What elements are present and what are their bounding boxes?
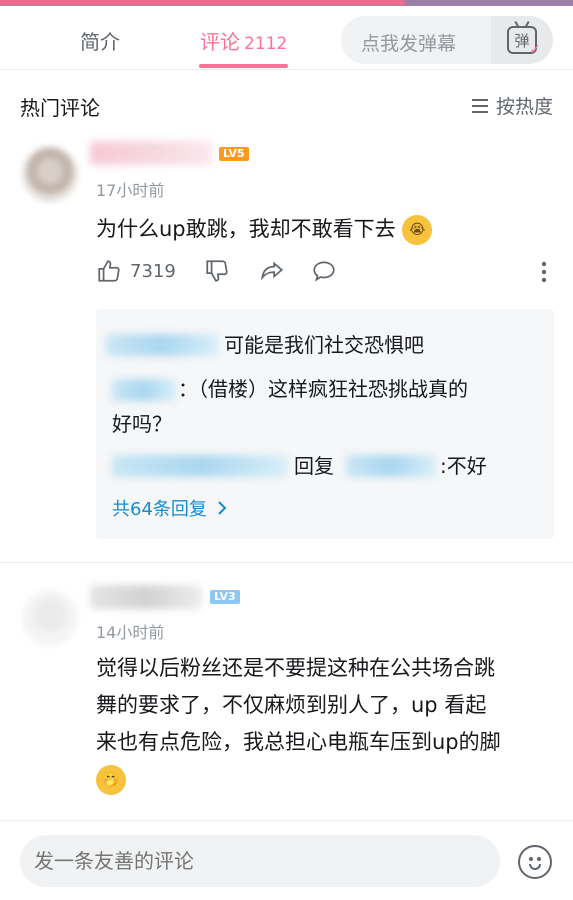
reply-text: 可能是我们社交恐惧吧 — [224, 333, 424, 357]
reply-username-blurred[interactable] — [112, 379, 176, 401]
comment-actions: 7319 — [96, 258, 548, 290]
share-icon — [260, 261, 284, 281]
avatar[interactable] — [22, 590, 78, 646]
comment-time: 14小时前 — [96, 623, 165, 642]
thumbs-down-icon — [206, 260, 228, 282]
tab-intro[interactable]: 简介 — [80, 26, 120, 55]
username-blurred[interactable] — [90, 585, 202, 609]
hot-comments-header: 热门评论 按热度 — [20, 92, 553, 122]
username-blurred[interactable] — [90, 141, 212, 165]
danmaku-toggle-button[interactable]: 弹 ✓ — [491, 16, 553, 64]
section-title: 热门评论 — [20, 96, 100, 120]
comment-input[interactable] — [20, 835, 500, 887]
more-options-button[interactable] — [540, 260, 548, 284]
sort-button[interactable]: 按热度 — [471, 92, 553, 119]
view-all-replies-link[interactable]: 共64条回复 — [112, 495, 227, 521]
like-button[interactable]: 7319 — [96, 258, 176, 284]
smirk-emoji-icon: 🤭 — [96, 765, 126, 795]
danmaku-icon-glyph: 弹 — [514, 31, 530, 50]
reply-button[interactable] — [310, 258, 338, 284]
like-count: 7319 — [130, 260, 176, 282]
thumbs-up-icon — [98, 260, 120, 282]
level-badge: LV3 — [210, 590, 240, 604]
comment-text-line: 觉得以后粉丝还是不要提这种在公共场合跳 — [96, 656, 495, 680]
reply-username-blurred[interactable] — [346, 455, 436, 477]
comment-text-line: 舞的要求了，不仅麻烦到别人了，up 看起 — [96, 693, 487, 717]
reply-username-blurred[interactable] — [112, 455, 288, 477]
comment-divider — [0, 562, 573, 563]
comment-icon — [313, 261, 335, 282]
comment-text: 为什么up敢跳，我却不敢看下去 — [96, 217, 396, 241]
tab-bar: 简介 评论 2112 点我发弹幕 弹 ✓ — [0, 6, 573, 70]
check-icon: ✓ — [529, 42, 541, 58]
emoji-picker-icon[interactable] — [518, 845, 552, 879]
reply-text: :不好 — [440, 454, 487, 478]
tab-comments[interactable]: 评论 2112 — [200, 26, 287, 55]
reply-username-blurred[interactable] — [106, 334, 218, 356]
comment-content: 觉得以后粉丝还是不要提这种在公共场合跳 舞的要求了，不仅麻烦到别人了，up 看起… — [96, 650, 556, 798]
level-badge: LV5 — [219, 147, 249, 161]
danmaku-input[interactable]: 点我发弹幕 弹 ✓ — [341, 16, 553, 64]
reply-text: 好吗？ — [112, 412, 172, 436]
view-all-replies-label: 共64条回复 — [112, 499, 207, 520]
chevron-right-icon — [218, 501, 227, 515]
more-vertical-icon — [541, 261, 547, 283]
tab-comments-count: 2112 — [244, 34, 288, 54]
reply-text: ：（借楼）这样疯狂社恐挑战真的 — [178, 377, 468, 401]
avatar[interactable] — [22, 146, 78, 202]
bottom-comment-bar — [0, 820, 573, 900]
tab-comments-label: 评论 — [200, 30, 240, 54]
reply-to-label: 回复 — [294, 454, 334, 478]
reply-preview-box[interactable]: 可能是我们社交恐惧吧 ：（借楼）这样疯狂社恐挑战真的 好吗？ 回复 :不好 共6… — [96, 309, 554, 539]
crying-emoji-icon: 😭 — [402, 215, 433, 245]
comment-content: 为什么up敢跳，我却不敢看下去 😭 — [96, 211, 433, 248]
dislike-button[interactable] — [204, 258, 230, 284]
list-icon — [471, 98, 488, 113]
active-tab-indicator — [199, 64, 288, 68]
danmaku-icon: 弹 ✓ — [507, 26, 541, 58]
danmaku-placeholder: 点我发弹幕 — [361, 33, 457, 55]
share-button[interactable] — [258, 258, 286, 284]
comment-text-line: 来也有点危险，我总担心电瓶车压到up的脚 — [96, 730, 501, 754]
comment-time: 17小时前 — [96, 181, 165, 200]
sort-label: 按热度 — [495, 96, 553, 118]
